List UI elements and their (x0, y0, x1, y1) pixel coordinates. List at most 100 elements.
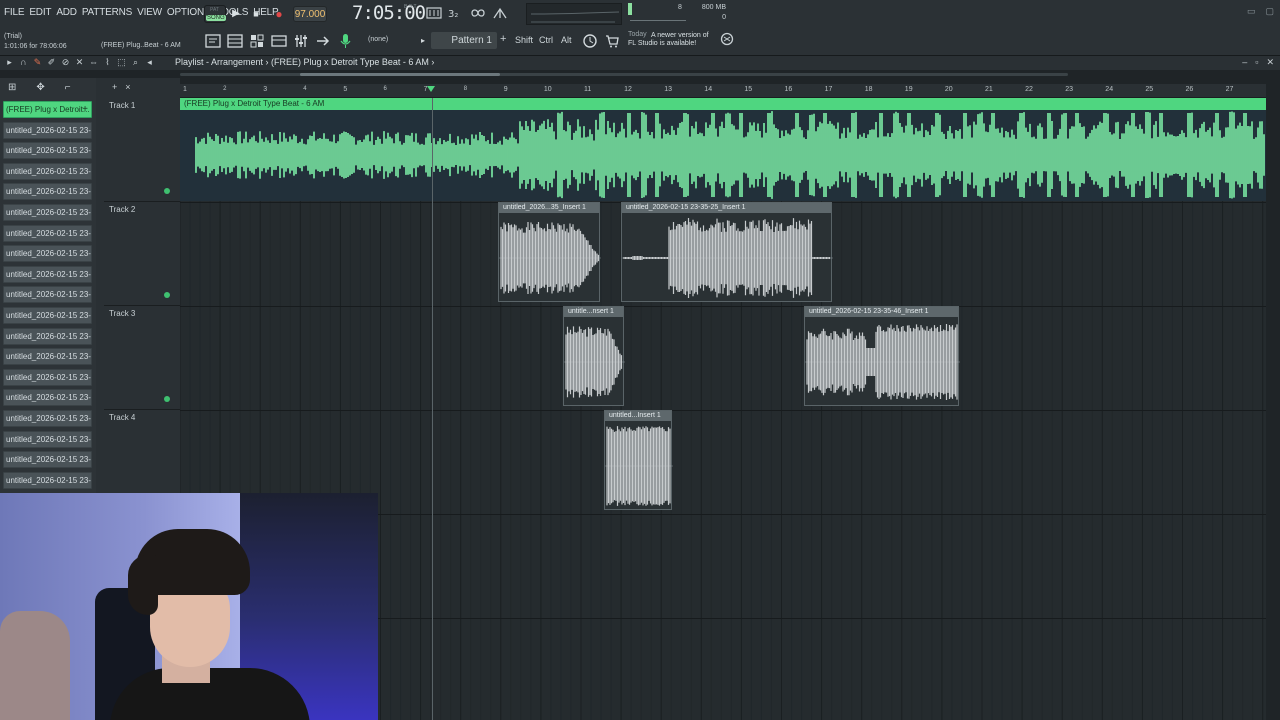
close-track-icon[interactable]: × (125, 82, 130, 92)
playlist-maximize-icon[interactable]: ▫ (1255, 57, 1258, 68)
pattern-selector[interactable]: Pattern 1 (431, 32, 497, 49)
picker-clip-item[interactable]: (FREE) Plug x Detroit... + (3, 101, 92, 118)
playback-tool-icon[interactable]: ◂ (144, 57, 155, 68)
add-track-icon[interactable]: + (112, 82, 117, 92)
select-tool-icon[interactable]: ⬚ (116, 57, 127, 68)
microphone-icon[interactable] (336, 32, 354, 50)
picker-clip-item[interactable]: untitled_2026-02-15 23-... (3, 162, 92, 180)
mixer-icon[interactable] (292, 32, 310, 50)
loop-record-icon[interactable] (470, 7, 486, 21)
add-pattern-button[interactable]: + (500, 33, 506, 45)
clip-header[interactable]: untitled...Insert 1 (605, 411, 671, 421)
picker-tools: ⊞ ✥ ⌐ (8, 82, 71, 93)
track-enable-dot[interactable] (164, 188, 170, 194)
picker-clip-item[interactable]: untitled_2026-02-15 23-... (3, 430, 92, 448)
slice-tool-icon[interactable]: ⌇ (102, 57, 113, 68)
audio-clip[interactable]: untitle...nsert 1 (563, 306, 625, 406)
stop-button[interactable]: ■ (248, 6, 264, 22)
audio-clip[interactable]: untitled...Insert 1 (604, 410, 673, 510)
audio-clip[interactable]: untitled_2026-02-15 23-35-25_Insert 1 (621, 202, 833, 302)
picker-clip-item[interactable]: untitled_2026-02-15 23-... (3, 265, 92, 283)
minimize-icon[interactable]: ▭ (1247, 6, 1256, 17)
step-edit-icon[interactable]: 3₂ (447, 7, 463, 21)
clip-waveform (499, 222, 601, 294)
update-globe-icon[interactable] (720, 32, 734, 49)
menu-patterns[interactable]: PATTERNS (82, 7, 132, 18)
clip-header[interactable]: untitled_2026...35_Insert 1 (499, 203, 599, 213)
pattern-song-toggle[interactable]: PAT SONG (204, 5, 226, 23)
magnet-snap-icon[interactable]: ∩ (18, 57, 29, 68)
clip-header[interactable]: untitle...nsert 1 (564, 307, 623, 317)
browser-icon[interactable] (270, 32, 288, 50)
picker-clip-item[interactable]: untitled_2026-02-15 23-... (3, 307, 92, 324)
news-date: Today (628, 31, 647, 38)
picker-clip-item[interactable]: untitled_2026-02-15 23-... (3, 327, 92, 345)
picker-clip-label: (FREE) Plug x Detroit... (6, 105, 90, 114)
track-header[interactable]: Track 2 (104, 202, 180, 306)
playlist-close-icon[interactable]: ✕ (1266, 57, 1274, 68)
playhead-marker[interactable] (427, 86, 435, 92)
playlist-window-icon[interactable] (204, 32, 222, 50)
picker-clip-item[interactable]: untitled_2026-02-15 23-... (3, 183, 92, 201)
pattern-prev-icon[interactable]: ▸ (414, 32, 432, 50)
picker-clip-item[interactable]: untitled_2026-02-15 23-... (3, 142, 92, 160)
track-header[interactable]: Track 1 (104, 98, 180, 202)
picker-collapse-icon[interactable]: ⌐ (65, 82, 71, 93)
menu-view[interactable]: VIEW (137, 7, 162, 18)
shop-cart-icon[interactable] (603, 32, 621, 50)
scrollbar-thumb[interactable] (300, 73, 500, 76)
trial-info: (Trial) 1:01:06 for 78:06:06 (4, 32, 67, 52)
snap-selector[interactable]: (none) (368, 36, 388, 43)
picker-clip-item[interactable]: untitled_2026-02-15 23-... (3, 121, 92, 139)
picker-clip-item[interactable]: untitled_2026-02-15 23-... (3, 224, 92, 242)
picker-clip-item[interactable]: untitled_2026-02-15 23-... (3, 451, 92, 469)
picker-clip-item[interactable]: untitled_2026-02-15 23-... (3, 286, 92, 304)
picker-clip-item[interactable]: untitled_2026-02-15 23-... (3, 368, 92, 386)
add-clip-icon[interactable]: + (82, 102, 88, 117)
online-news-icon[interactable] (581, 32, 599, 50)
arrow-right-icon[interactable] (314, 32, 332, 50)
menu-arrow-icon[interactable]: ▸ (4, 57, 15, 68)
audio-clip[interactable]: untitled_2026...35_Insert 1 (498, 202, 601, 302)
picker-move-icon[interactable]: ✥ (36, 82, 44, 93)
wait-input-icon[interactable] (492, 7, 508, 21)
clip-header[interactable]: untitled_2026-02-15 23-35-46_Insert 1 (805, 307, 958, 317)
track-enable-dot[interactable] (164, 292, 170, 298)
ctrl-modifier[interactable]: Ctrl (539, 35, 553, 45)
record-button[interactable]: ● (271, 6, 287, 22)
slip-tool-icon[interactable]: ⇔ (88, 57, 99, 68)
channel-rack-icon[interactable] (248, 32, 266, 50)
track-header[interactable]: Track 3 (104, 306, 180, 410)
beat-clip-header[interactable]: (FREE) Plug x Detroit Type Beat - 6 AM (180, 98, 1266, 110)
playlist-minimize-icon[interactable]: – (1242, 57, 1247, 68)
paint-brush-icon[interactable]: ✐ (46, 57, 57, 68)
picker-clip-item[interactable]: untitled_2026-02-15 23-... (3, 348, 92, 366)
play-button[interactable]: ▶ (228, 6, 244, 22)
picker-clip-item[interactable]: untitled_2026-02-15 23-... (3, 204, 92, 221)
delete-tool-icon[interactable]: ⊘ (60, 57, 71, 68)
beat-audio-clip[interactable] (180, 110, 1266, 201)
shift-modifier[interactable]: Shift (515, 35, 533, 45)
mute-tool-icon[interactable]: ✕ (74, 57, 85, 68)
trial-label: (Trial) (4, 33, 23, 40)
update-notice-line2[interactable]: FL Studio is available! (628, 40, 696, 47)
zoom-tool-icon[interactable]: ⌕ (130, 57, 141, 68)
piano-roll-icon[interactable] (226, 32, 244, 50)
cpu-meter (626, 3, 654, 15)
track-enable-dot[interactable] (164, 396, 170, 402)
menu-file[interactable]: FILE (4, 7, 25, 18)
picker-clip-item[interactable]: untitled_2026-02-15 23-... (3, 410, 92, 427)
menu-add[interactable]: ADD (56, 7, 77, 18)
metronome-icon[interactable] (426, 7, 442, 21)
menu-edit[interactable]: EDIT (29, 7, 51, 18)
audio-clip[interactable]: untitled_2026-02-15 23-35-46_Insert 1 (804, 306, 960, 406)
draw-pencil-icon[interactable]: ✎ (32, 57, 43, 68)
maximize-icon[interactable]: ▢ (1265, 6, 1274, 17)
picker-clip-item[interactable]: untitled_2026-02-15 23-... (3, 389, 92, 407)
tempo-display[interactable]: 97.000 (293, 6, 327, 22)
picker-clip-item[interactable]: untitled_2026-02-15 23-... (3, 245, 92, 263)
picker-clip-item[interactable]: untitled_2026-02-15 23-... (3, 471, 92, 489)
picker-view-icon[interactable]: ⊞ (8, 82, 16, 93)
clip-header[interactable]: untitled_2026-02-15 23-35-25_Insert 1 (622, 203, 831, 213)
alt-modifier[interactable]: Alt (561, 35, 572, 45)
